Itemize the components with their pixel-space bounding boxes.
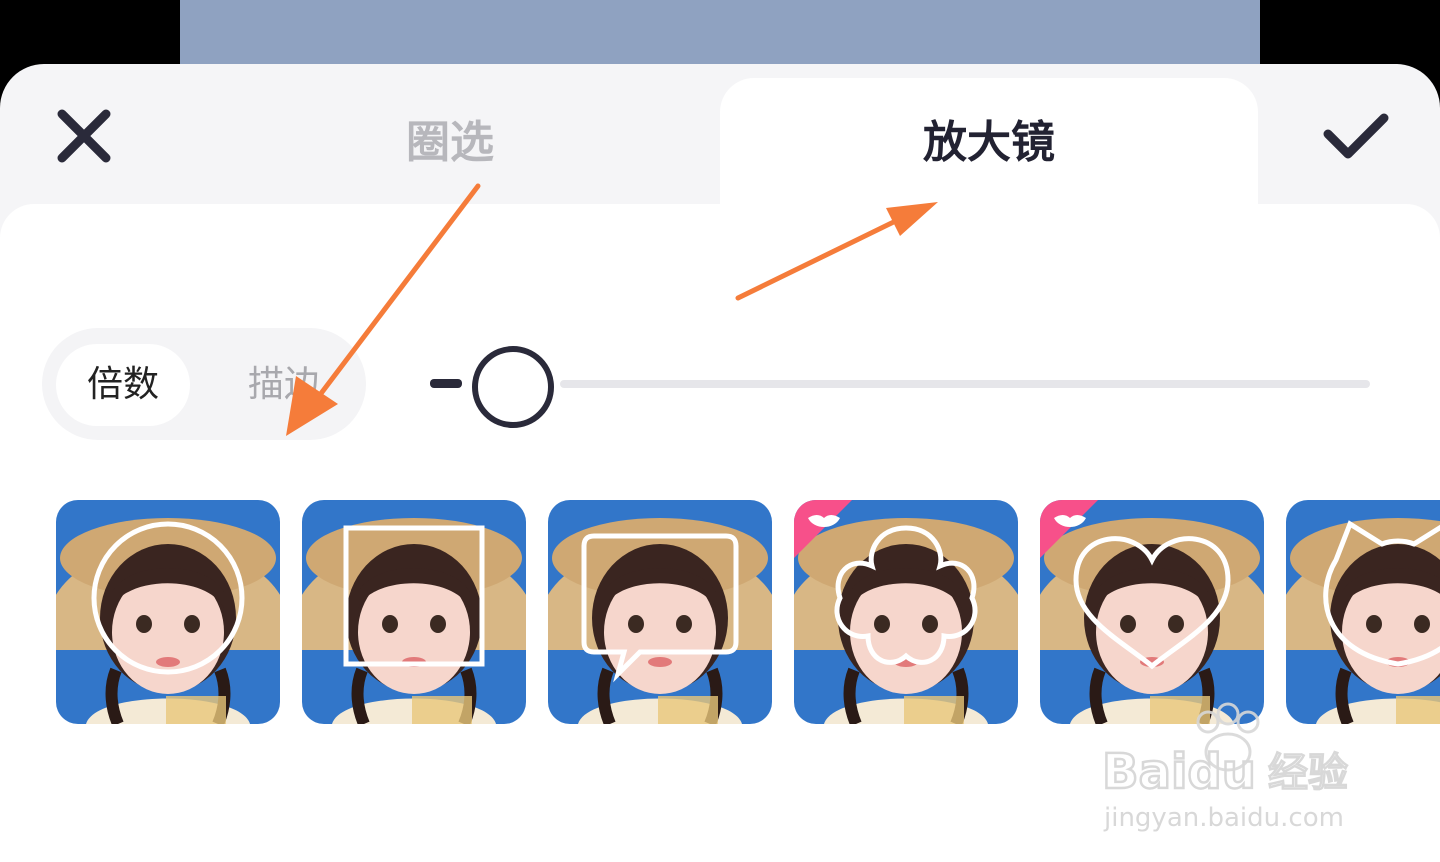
confirm-button[interactable] <box>1320 104 1392 168</box>
close-button[interactable] <box>52 104 116 168</box>
slider-thumb[interactable] <box>472 346 554 428</box>
shape-circle[interactable] <box>56 500 280 724</box>
watermark-brand: Baidu <box>1102 744 1256 800</box>
tab-circle-select[interactable]: 圈选 <box>300 108 600 178</box>
minus-icon <box>430 379 462 388</box>
flower-shape-icon <box>794 500 1018 724</box>
check-icon <box>1323 113 1389 159</box>
circle-shape-icon <box>56 500 280 724</box>
segment-multiple[interactable]: 倍数 <box>56 344 190 426</box>
slider-track[interactable] <box>560 380 1370 388</box>
square-shape-icon <box>302 500 526 724</box>
shape-flower[interactable] <box>794 500 1018 724</box>
speech-bubble-shape-icon <box>548 500 772 724</box>
shape-square[interactable] <box>302 500 526 724</box>
segment-stroke[interactable]: 描边 <box>224 344 344 426</box>
watermark-brand-cn: 经验 <box>1268 750 1348 796</box>
tab-magnifier[interactable]: 放大镜 <box>720 108 1258 178</box>
mode-segmented-control: 倍数 描边 <box>42 328 366 440</box>
shape-speech-bubble[interactable] <box>548 500 772 724</box>
watermark-url: jingyan.baidu.com <box>1103 803 1344 833</box>
shape-cat-ears[interactable] <box>1286 500 1440 724</box>
shape-heart[interactable] <box>1040 500 1264 724</box>
baidu-jingyan-watermark: Baidu 经验 jingyan.baidu.com <box>1100 700 1370 840</box>
cat-ears-shape-icon <box>1286 500 1440 724</box>
close-icon <box>57 109 111 163</box>
heart-shape-icon <box>1040 500 1264 724</box>
